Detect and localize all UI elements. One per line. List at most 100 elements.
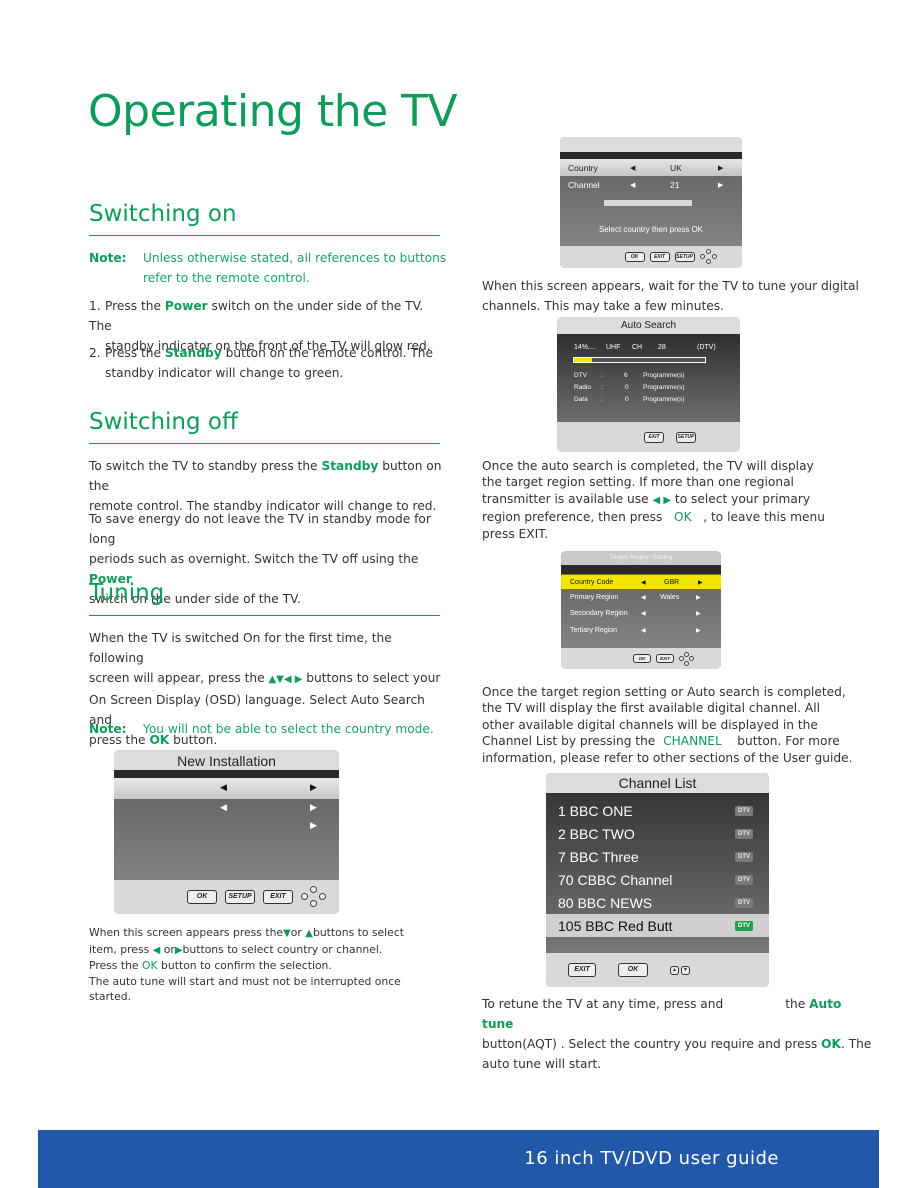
left-right-arrows-icon: ◀ ▶	[652, 494, 672, 506]
ok-key[interactable]: OK	[618, 963, 648, 977]
exit-key[interactable]: EXIT	[568, 963, 596, 977]
osd-row[interactable]: ▶	[114, 817, 339, 835]
osd-row-country[interactable]: Country ◀ UK ▶	[560, 159, 742, 176]
right-arrow-icon: ▶	[310, 782, 317, 792]
dtv-badge: DTV	[735, 897, 753, 908]
osd-row[interactable]: ◀ ▶	[114, 799, 339, 817]
navigation-pad-icon	[301, 885, 327, 909]
exit-key[interactable]: EXIT	[644, 431, 664, 443]
exit-key[interactable]: EXIT	[263, 890, 293, 904]
channel-row[interactable]: 7 BBC Three DTV	[546, 845, 769, 868]
note-tuning: Note: You will not be able to select the …	[89, 722, 434, 736]
osd-footer: OK EXIT	[561, 648, 721, 669]
section-rule	[89, 235, 440, 236]
osd-target-region: Target Region Setting Country Code ◀ GBR…	[561, 551, 721, 669]
osd-title: Target Region Setting	[561, 551, 721, 565]
paragraph-channel-list: Once the target region setting or Auto s…	[482, 685, 853, 765]
channel-row[interactable]: 105 BBC Red Butt DTV	[546, 914, 769, 937]
osd-new-installation: New Installation ◀ ▶ ◀ ▶ ▶ OK SETUP EXIT	[114, 750, 339, 914]
paragraph-wait-tune: When this screen appears, wait for the T…	[482, 279, 859, 313]
page-up-down-icon: ▲ ▼	[670, 965, 690, 975]
channel-row[interactable]: 1 BBC ONE DTV	[546, 799, 769, 822]
caption-new-installation: When this screen appears press the▼or ▲b…	[89, 926, 404, 1003]
exit-key[interactable]: EXIT	[656, 654, 674, 663]
osd-footer: EXIT OK ▲ ▼	[546, 953, 769, 987]
dtv-badge: DTV	[735, 920, 753, 931]
osd-footer: OK SETUP EXIT	[114, 880, 339, 914]
search-progress-fill	[574, 358, 593, 362]
osd-row-channel[interactable]: Channel ◀ 21 ▶	[560, 176, 742, 193]
region-row-country-code[interactable]: Country Code ◀ GBR ▶	[561, 574, 721, 590]
osd-auto-search: Auto Search 14%.... UHF CH 28 (DTV) DTV …	[557, 317, 740, 452]
channel-name: 7 BBC Three	[558, 848, 639, 865]
note-label: Note:	[89, 251, 127, 265]
heading-tuning: Tuning	[89, 580, 165, 606]
osd-channel-list: Channel List 1 BBC ONE DTV 2 BBC TWO DTV 7 B…	[546, 773, 769, 987]
power-key: Power	[164, 299, 208, 313]
channel-name: 2 BBC TWO	[558, 825, 635, 842]
heading-switching-off: Switching off	[89, 409, 238, 435]
channel-name: 70 CBBC Channel	[558, 871, 673, 888]
right-arrow-icon: ▶	[696, 610, 701, 617]
ok-key[interactable]: OK	[633, 654, 651, 663]
ok-key[interactable]: OK	[187, 890, 217, 904]
exit-key[interactable]: EXIT	[649, 252, 670, 262]
setup-key[interactable]: SETUP	[674, 252, 695, 262]
channel-row[interactable]: 2 BBC TWO DTV	[546, 822, 769, 845]
arrow-keys-icon: ▲▼◀ ▶	[268, 674, 303, 685]
right-arrow-icon: ▶	[310, 820, 317, 830]
channel-name: 1 BBC ONE	[558, 802, 633, 819]
left-arrow-icon: ◀	[220, 802, 227, 812]
navigation-pad-icon	[699, 249, 718, 265]
left-arrow-icon: ◀	[220, 782, 227, 792]
dtv-badge: DTV	[735, 828, 753, 839]
count-row-dtv: DTV : 6 Programme(s)	[574, 371, 685, 379]
setup-key[interactable]: SETUP	[676, 431, 696, 443]
right-arrow-icon: ▶	[698, 579, 703, 586]
osd-row-selected[interactable]: ◀ ▶	[114, 778, 339, 799]
standby-key: Standby	[164, 346, 222, 360]
left-arrow-icon: ◀	[630, 181, 636, 189]
right-arrow-icon: ▶	[718, 181, 724, 189]
footer-title: 16 inch TV/DVD user guide	[524, 1148, 779, 1169]
dtv-badge: DTV	[735, 874, 753, 885]
count-row-data: Data : 0 Programme(s)	[574, 395, 685, 403]
step-2: 2. Press the Standby button on the remote…	[89, 346, 433, 380]
left-arrow-icon: ◀	[630, 164, 636, 172]
heading-switching-on: Switching on	[89, 201, 237, 227]
setup-key[interactable]: SETUP	[225, 890, 255, 904]
dtv-badge: DTV	[735, 805, 753, 816]
region-row-tertiary[interactable]: Tertiary Region ◀ ▶	[561, 623, 721, 637]
dtv-badge: DTV	[735, 851, 753, 862]
section-rule	[89, 615, 440, 616]
search-status: 14%.... UHF CH 28 (DTV)	[574, 343, 716, 351]
channel-row[interactable]: 70 CBBC Channel DTV	[546, 868, 769, 891]
region-row-primary[interactable]: Primary Region ◀ Wales ▶	[561, 590, 721, 604]
ok-key[interactable]: OK	[624, 252, 645, 262]
channel-list: 1 BBC ONE DTV 2 BBC TWO DTV 7 BBC Three DTV 70…	[546, 799, 769, 937]
right-arrow-icon: ▶	[310, 802, 317, 812]
osd-message: Select country then press OK	[598, 225, 704, 234]
osd-country-select: Country ◀ UK ▶ Channel ◀ 21 ▶ Select cou…	[560, 137, 742, 268]
left-arrow-icon: ◀	[641, 594, 646, 601]
osd-title: Channel List	[546, 773, 769, 793]
page-title: Operating the TV	[88, 86, 458, 137]
osd-title: New Installation	[114, 750, 339, 770]
note-switching-on: Note: Unless otherwise stated, all refere…	[89, 248, 449, 288]
osd-footer: OK EXIT SETUP	[560, 246, 742, 268]
region-row-secondary[interactable]: Secondary Region ◀ ▶	[561, 606, 721, 620]
channel-name: 105 BBC Red Butt	[558, 917, 673, 934]
channel-row[interactable]: 80 BBC NEWS DTV	[546, 891, 769, 914]
section-rule	[89, 443, 440, 444]
osd-footer: EXIT SETUP	[557, 422, 740, 452]
count-row-radio: Radio : 0 Programme(s)	[574, 383, 685, 391]
paragraph-target-region: Once the auto search is completed, the T…	[482, 459, 825, 541]
osd-title: Auto Search	[557, 317, 740, 334]
left-arrow-icon: ◀	[641, 579, 646, 586]
search-progress-bar	[573, 357, 706, 363]
footer-band: 16 inch TV/DVD user guide	[38, 1130, 879, 1188]
right-arrow-icon: ▶	[718, 164, 724, 172]
left-arrow-icon: ◀	[641, 627, 646, 634]
right-arrow-icon: ▶	[696, 627, 701, 634]
signal-bar	[604, 200, 692, 206]
